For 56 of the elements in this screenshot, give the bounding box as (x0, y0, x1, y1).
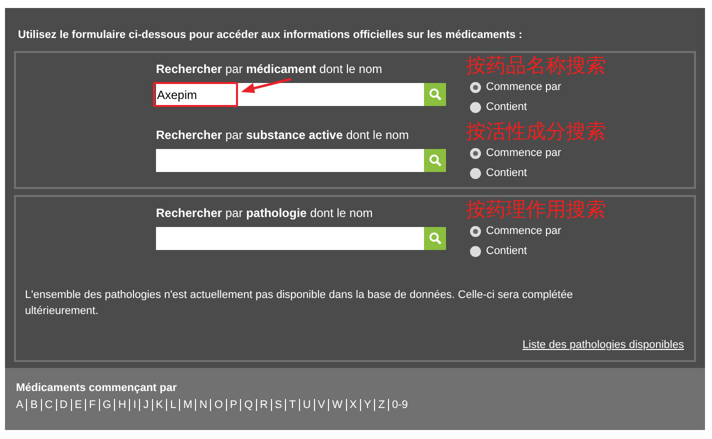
radio-button[interactable] (470, 168, 481, 178)
search-field[interactable] (156, 149, 424, 172)
letter-link[interactable]: E (70, 399, 85, 411)
radio-button[interactable] (470, 246, 481, 256)
letter-link[interactable]: I (129, 399, 140, 411)
letter-link[interactable]: W (328, 399, 346, 411)
letter-link[interactable]: Z (374, 399, 388, 411)
radio-option[interactable]: Contient (470, 97, 606, 117)
arrow-icon (239, 77, 293, 95)
letter-link[interactable]: B (26, 399, 41, 411)
radio-option[interactable]: Commence par (470, 77, 606, 97)
radio-button[interactable] (470, 148, 481, 158)
radio-option[interactable]: Commence par (470, 221, 606, 241)
radio-option[interactable]: Contient (470, 241, 606, 261)
letter-link[interactable]: K (152, 399, 166, 411)
letter-link[interactable]: H (114, 399, 130, 411)
search-label: Rechercher par substance active dont le nom (156, 127, 410, 144)
letter-link[interactable]: J (139, 399, 152, 411)
radio-button[interactable] (470, 226, 481, 236)
search-icon (428, 88, 442, 101)
letter-link[interactable]: L (166, 399, 180, 411)
radio-option[interactable]: Commence par (470, 143, 606, 163)
letter-link[interactable]: Q (240, 399, 256, 411)
search-icon (428, 154, 442, 167)
letter-link[interactable]: P (226, 399, 240, 411)
note-text: L'ensemble des pathologies n'est actuellement pas disponible dans la base de données. Celle-ci sera complétée ultérieurement. (25, 288, 574, 319)
annotation-text: 按药理作用搜索 (466, 197, 606, 221)
letter-link[interactable]: U (298, 399, 314, 411)
letter-link[interactable]: C (40, 399, 56, 411)
letter-link[interactable]: T (285, 399, 299, 411)
letter-link[interactable]: S (270, 399, 286, 411)
letter-link[interactable]: 0-9 (388, 399, 411, 411)
annotation-text: 按药品名称搜索 (466, 53, 606, 77)
radio-button[interactable] (470, 102, 481, 112)
letter-link[interactable]: N (195, 399, 210, 411)
radio-option[interactable]: Contient (470, 163, 606, 183)
letter-link[interactable]: D (56, 399, 71, 411)
letter-link[interactable]: A (16, 399, 26, 411)
letter-link[interactable]: V (314, 399, 328, 411)
search-label: Rechercher par pathologie dont le nom (156, 205, 374, 222)
letter-link[interactable]: G (98, 399, 114, 411)
letter-link[interactable]: O (210, 399, 226, 411)
letters-title: Médicaments commençant par (16, 380, 178, 396)
search-icon (428, 232, 442, 245)
pathologies-link[interactable]: Liste des pathologies disponibles (522, 337, 684, 354)
annotation-text: 按活性成分搜索 (466, 119, 606, 143)
intro-text: Utilisez le formulaire ci-dessous pour accéder aux informations officielles sur les médicaments : (18, 28, 524, 43)
search-label: Rechercher par médicament dont le nom (156, 61, 384, 78)
letter-link[interactable]: Y (360, 399, 374, 411)
letter-link[interactable]: M (179, 399, 196, 411)
search-field[interactable]: Axepim (156, 83, 424, 106)
radio-button[interactable] (470, 82, 481, 92)
letter-link[interactable]: X (346, 399, 360, 411)
search-field[interactable] (156, 227, 424, 250)
letter-link[interactable]: R (256, 399, 271, 411)
letter-link[interactable]: F (84, 399, 99, 411)
